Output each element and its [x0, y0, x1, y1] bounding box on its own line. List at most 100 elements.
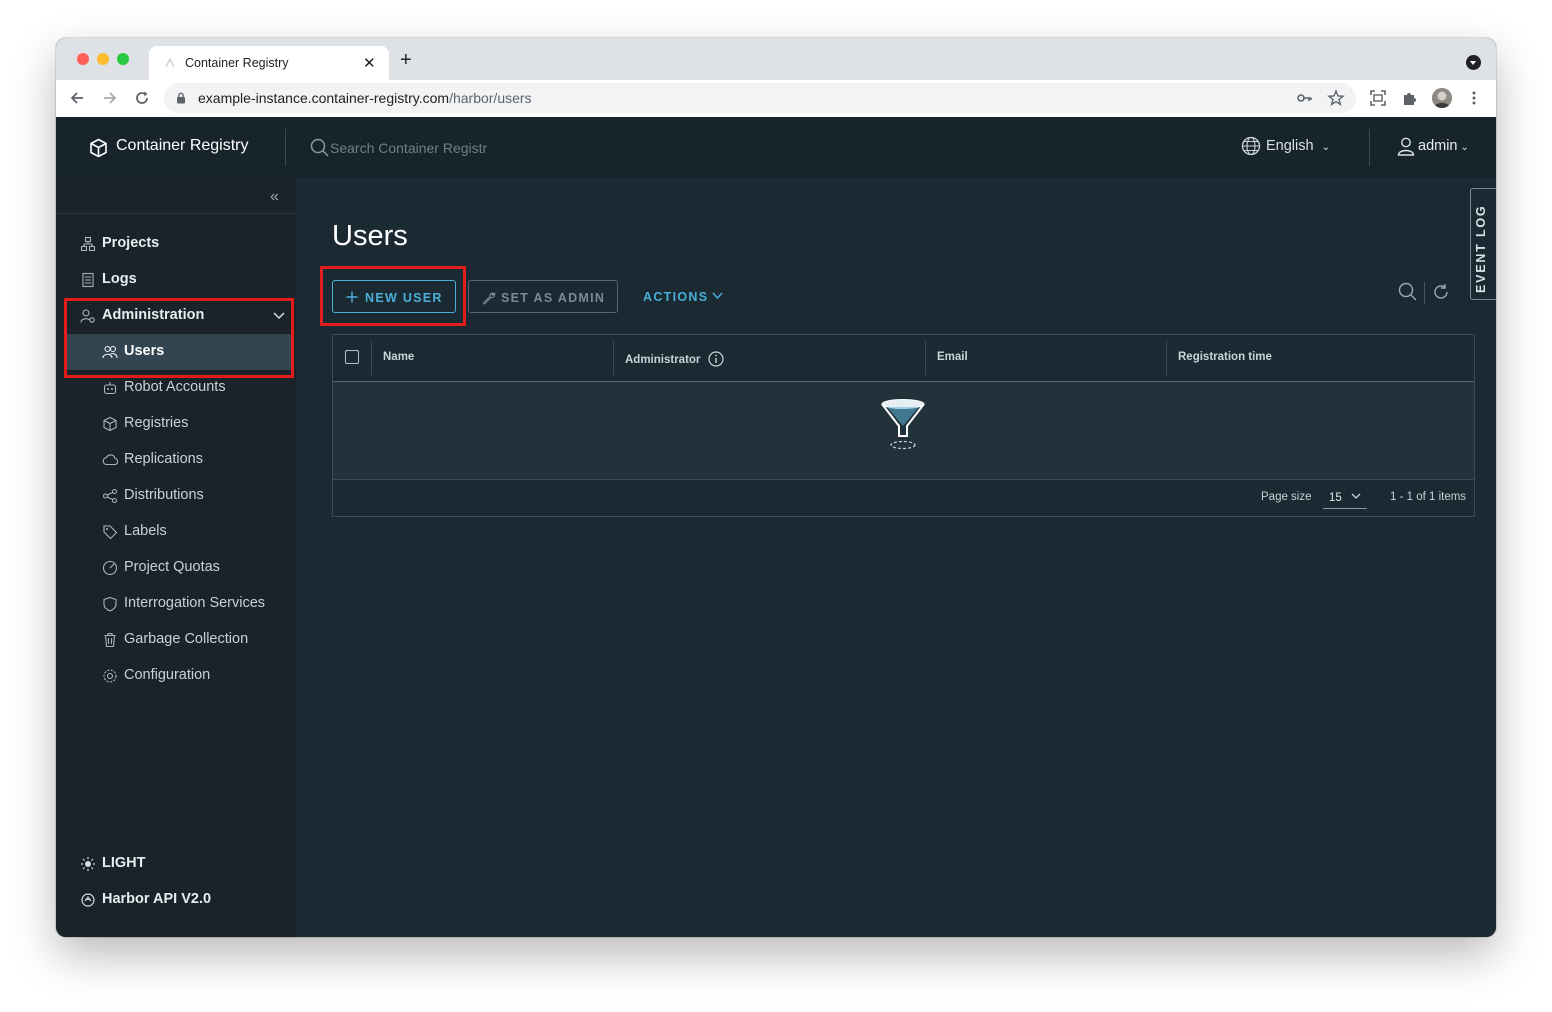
sidebar-item-garbage-collection[interactable]: Garbage Collection — [66, 622, 294, 658]
browser-menu-icon[interactable] — [1465, 89, 1483, 107]
sidebar-item-label: Labels — [124, 523, 167, 539]
column-divider — [371, 341, 372, 375]
header-divider — [285, 129, 286, 166]
sidebar-item-distributions[interactable]: Distributions — [66, 478, 294, 514]
address-bar[interactable]: example-instance.container-registry.com/… — [164, 83, 1356, 113]
column-divider — [925, 341, 926, 375]
search-icon — [310, 138, 329, 157]
sidebar-item-label: Registries — [124, 415, 189, 431]
select-all-checkbox[interactable] — [345, 350, 359, 364]
column-divider — [613, 341, 614, 375]
brand-title[interactable]: Container Registry — [116, 137, 249, 155]
refresh-icon[interactable] — [1432, 283, 1450, 301]
sidebar-item-interrogation-services[interactable]: Interrogation Services — [66, 586, 294, 622]
browser-tab-strip: Container Registry ✕ + — [56, 38, 1496, 80]
column-registration-time[interactable]: Registration time — [1166, 335, 1474, 381]
close-window-button[interactable] — [77, 53, 89, 65]
column-administrator[interactable]: Administrator — [613, 335, 925, 381]
profile-photo-icon — [1432, 88, 1452, 108]
lock-icon — [177, 92, 185, 104]
theme-toggle[interactable]: LIGHT — [56, 846, 296, 882]
sidebar-item-replications[interactable]: Replications — [66, 442, 294, 478]
pagination-info: 1 - 1 of 1 items — [1390, 491, 1467, 503]
browser-tab[interactable]: Container Registry ✕ — [149, 46, 389, 80]
global-search-input[interactable] — [328, 136, 612, 160]
profile-avatar[interactable] — [1432, 88, 1452, 108]
tab-favicon-icon — [165, 57, 175, 68]
bookmark-star-icon[interactable] — [1327, 89, 1345, 107]
key-icon[interactable] — [1297, 91, 1313, 105]
users-datagrid: Name Administrator Email Registration ti… — [332, 334, 1475, 517]
new-tab-icon[interactable]: + — [400, 49, 412, 72]
sidebar-item-projects[interactable]: Projects — [56, 226, 296, 262]
column-email[interactable]: Email — [925, 335, 1166, 381]
harbor-api-label: Harbor API V2.0 — [102, 891, 212, 907]
actions-dropdown[interactable]: ACTIONS — [640, 280, 728, 313]
sidebar-item-project-quotas[interactable]: Project Quotas — [66, 550, 294, 586]
sidebar-item-label: Distributions — [124, 487, 204, 503]
distributions-icon — [102, 488, 118, 504]
datagrid-header: Name Administrator Email Registration ti… — [333, 335, 1474, 382]
language-selector[interactable]: English ⌄ — [1241, 136, 1330, 160]
chevron-down-icon: ⌄ — [1321, 142, 1330, 153]
brand-cube-icon — [90, 138, 107, 158]
sidebar-item-label: Project Quotas — [124, 559, 220, 575]
sidebar: « Projects Logs Administration Users Rob… — [56, 178, 296, 937]
highlight-box-new-user — [320, 266, 466, 326]
page-title: Users — [332, 220, 408, 252]
sidebar-item-registries[interactable]: Registries — [66, 406, 294, 442]
sidebar-item-label: Replications — [124, 451, 203, 467]
replications-icon — [102, 454, 118, 466]
datagrid-footer: Page size 15 1 - 1 of 1 items — [333, 480, 1474, 516]
sidebar-item-label: Projects — [102, 235, 160, 251]
event-log-tab[interactable]: EVENT LOG — [1470, 188, 1496, 300]
app-header: Container Registry English ⌄ admin⌄ — [56, 117, 1496, 178]
labels-icon — [103, 525, 118, 540]
registries-icon — [103, 416, 117, 432]
empty-filter-icon — [881, 399, 925, 450]
sidebar-item-label: Robot Accounts — [124, 379, 226, 395]
harbor-api-link[interactable]: Harbor API V2.0 — [56, 882, 296, 918]
forward-icon[interactable] — [101, 89, 119, 107]
extensions-puzzle-icon[interactable] — [1401, 89, 1419, 107]
collapse-sidebar-icon[interactable]: « — [270, 188, 279, 206]
sidebar-item-logs[interactable]: Logs — [56, 262, 296, 298]
globe-icon — [1241, 136, 1261, 156]
sidebar-item-label: Interrogation Services — [124, 595, 266, 611]
api-icon — [81, 893, 95, 907]
sidebar-divider — [56, 213, 296, 214]
tab-search-icon[interactable] — [1466, 55, 1481, 70]
maximize-window-button[interactable] — [117, 53, 129, 65]
sidebar-item-label: Logs — [102, 271, 137, 287]
url-text: example-instance.container-registry.com/… — [198, 90, 532, 106]
highlight-box-administration — [64, 298, 294, 378]
wrench-icon — [482, 292, 496, 305]
info-icon[interactable] — [708, 351, 724, 367]
sidebar-item-labels[interactable]: Labels — [66, 514, 294, 550]
tab-close-icon[interactable]: ✕ — [363, 54, 376, 72]
page-size-select[interactable]: 15 — [1323, 486, 1367, 509]
set-as-admin-button[interactable]: SET AS ADMIN — [468, 280, 618, 313]
chevron-down-icon — [1351, 493, 1361, 499]
search-icon[interactable] — [1398, 282, 1418, 302]
username-label: admin ⌄ — [1418, 138, 1469, 154]
browser-toolbar: example-instance.container-registry.com/… — [56, 80, 1496, 118]
column-name[interactable]: Name — [371, 335, 613, 381]
sidebar-item-configuration[interactable]: Configuration — [66, 658, 294, 694]
minimize-window-button[interactable] — [97, 53, 109, 65]
user-icon — [1397, 137, 1415, 156]
sun-icon — [81, 857, 95, 871]
quotas-icon — [102, 560, 118, 576]
main-content: Users NEW USER SET AS ADMIN ACTIONS EVEN… — [296, 178, 1496, 937]
back-icon[interactable] — [68, 89, 86, 107]
header-divider — [1369, 129, 1370, 166]
column-divider — [1166, 341, 1167, 375]
language-label: English ⌄ — [1266, 138, 1330, 154]
reload-icon[interactable] — [133, 89, 151, 107]
logs-icon — [82, 272, 94, 288]
datagrid-body — [333, 382, 1474, 480]
screenshot-icon[interactable] — [1369, 89, 1387, 107]
sidebar-item-label: Configuration — [124, 667, 211, 683]
projects-icon — [80, 236, 96, 252]
user-menu[interactable]: admin ⌄ — [1396, 136, 1469, 160]
